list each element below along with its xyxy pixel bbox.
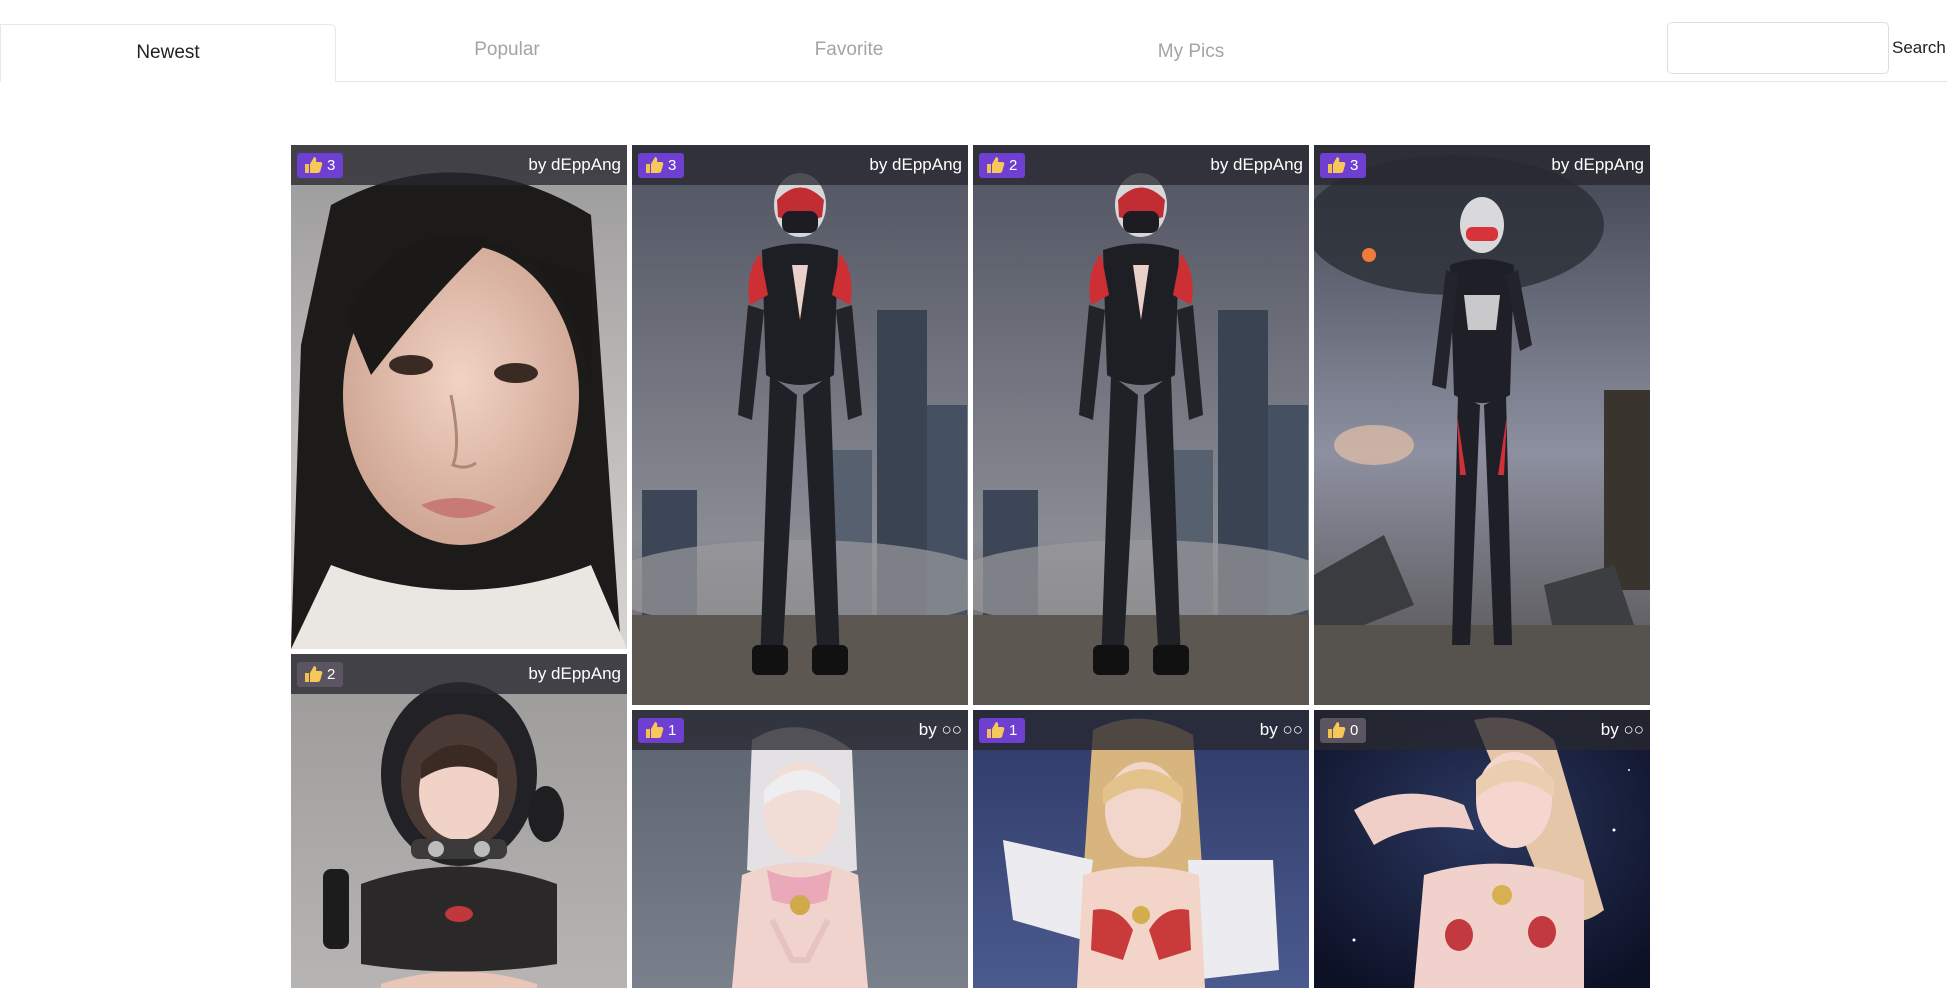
tab-favorite[interactable]: Favorite <box>678 24 1020 75</box>
thumbs-up-icon <box>985 156 1005 174</box>
gallery-card[interactable]: 3 by dEppAng <box>291 145 627 649</box>
image-gallery: 3 by dEppAng 3 by dEppAng 2 by dEppAng 3… <box>0 0 1947 988</box>
author-name[interactable]: by ○○ <box>1601 720 1644 740</box>
image-thumbnail[interactable] <box>291 654 627 988</box>
author-name[interactable]: by dEppAng <box>528 155 621 175</box>
card-overlay: 1 by ○○ <box>632 710 968 750</box>
card-overlay: 2 by dEppAng <box>291 654 627 694</box>
thumbs-up-icon <box>644 721 664 739</box>
image-thumbnail[interactable] <box>632 145 968 705</box>
image-thumbnail[interactable] <box>1314 145 1650 705</box>
image-thumbnail[interactable] <box>1314 710 1650 988</box>
thumbs-up-icon <box>1326 721 1346 739</box>
search-input[interactable] <box>1667 22 1889 74</box>
card-overlay: 3 by dEppAng <box>632 145 968 185</box>
gallery-card[interactable]: 0 by ○○ <box>1314 710 1650 988</box>
search-button[interactable]: Search <box>1892 36 1946 60</box>
thumbs-up-icon <box>644 156 664 174</box>
author-name[interactable]: by dEppAng <box>1551 155 1644 175</box>
thumbs-up-icon <box>303 156 323 174</box>
thumbs-up-icon <box>985 721 1005 739</box>
gallery-card[interactable]: 1 by ○○ <box>973 710 1309 988</box>
like-count: 1 <box>668 721 677 739</box>
like-badge[interactable]: 3 <box>1320 152 1367 178</box>
gallery-card[interactable]: 3 by dEppAng <box>632 145 968 705</box>
card-overlay: 3 by dEppAng <box>1314 145 1650 185</box>
like-count: 0 <box>1350 721 1359 739</box>
tab-my-pics[interactable]: My Pics <box>1020 26 1362 77</box>
gallery-card[interactable]: 3 by dEppAng <box>1314 145 1650 705</box>
like-count: 3 <box>668 156 677 174</box>
gallery-card[interactable]: 2 by dEppAng <box>973 145 1309 705</box>
card-overlay: 1 by ○○ <box>973 710 1309 750</box>
author-name[interactable]: by dEppAng <box>869 155 962 175</box>
card-overlay: 0 by ○○ <box>1314 710 1650 750</box>
like-badge[interactable]: 3 <box>297 152 344 178</box>
like-count: 1 <box>1009 721 1018 739</box>
author-name[interactable]: by dEppAng <box>528 664 621 684</box>
gallery-card[interactable]: 1 by ○○ <box>632 710 968 988</box>
like-badge[interactable]: 1 <box>638 717 685 743</box>
image-thumbnail[interactable] <box>632 710 968 988</box>
like-badge[interactable]: 2 <box>297 661 344 687</box>
like-badge[interactable]: 0 <box>1320 717 1367 743</box>
like-count: 2 <box>327 665 336 683</box>
author-name[interactable]: by ○○ <box>1260 720 1303 740</box>
like-count: 3 <box>327 156 336 174</box>
image-thumbnail[interactable] <box>973 145 1309 705</box>
like-count: 3 <box>1350 156 1359 174</box>
like-count: 2 <box>1009 156 1018 174</box>
thumbs-up-icon <box>1326 156 1346 174</box>
image-thumbnail[interactable] <box>973 710 1309 988</box>
top-navigation: Newest Popular Favorite My Pics Search <box>0 0 1947 82</box>
card-overlay: 2 by dEppAng <box>973 145 1309 185</box>
like-badge[interactable]: 3 <box>638 152 685 178</box>
card-overlay: 3 by dEppAng <box>291 145 627 185</box>
author-name[interactable]: by dEppAng <box>1210 155 1303 175</box>
gallery-card[interactable]: 2 by dEppAng <box>291 654 627 988</box>
tab-newest[interactable]: Newest <box>0 24 336 82</box>
author-name[interactable]: by ○○ <box>919 720 962 740</box>
thumbs-up-icon <box>303 665 323 683</box>
tab-popular[interactable]: Popular <box>336 24 678 75</box>
like-badge[interactable]: 1 <box>979 717 1026 743</box>
like-badge[interactable]: 2 <box>979 152 1026 178</box>
image-thumbnail[interactable] <box>291 145 627 649</box>
